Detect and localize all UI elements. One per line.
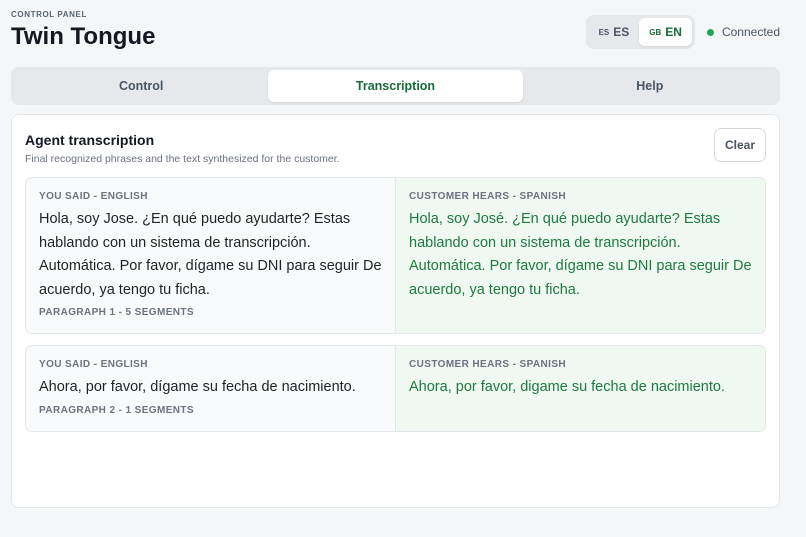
customer-hears-label: CUSTOMER HEARS - SPANISH [409, 359, 567, 370]
tab-control[interactable]: Control [14, 70, 268, 102]
paragraph-meta: PARAGRAPH 1 - 5 SEGMENTS [39, 307, 194, 318]
customer-hears-label: CUSTOMER HEARS - SPANISH [409, 191, 567, 202]
header-controls: ES ES GB EN Connected [585, 15, 780, 49]
status-dot-icon [706, 28, 714, 36]
you-said-label: YOU SAID - ENGLISH [39, 359, 148, 370]
language-en-button[interactable]: GB EN [639, 18, 692, 46]
clear-button[interactable]: Clear [714, 128, 766, 162]
you-said-column: YOU SAID - ENGLISH Hola, soy Jose. ¿En q… [26, 178, 396, 333]
header: CONTROL PANEL Twin Tongue ES ES GB EN Co… [11, 10, 780, 58]
you-said-label: YOU SAID - ENGLISH [39, 191, 148, 202]
status-label: Connected [721, 25, 780, 39]
language-es-label: ES [613, 25, 630, 39]
customer-hears-text: Hola, soy José. ¿En qué puedo ayudarte? … [409, 211, 752, 298]
customer-hears-text: Ahora, por favor, digame su fecha de nac… [409, 379, 725, 395]
paragraph-meta: PARAGRAPH 2 - 1 SEGMENTS [39, 404, 194, 416]
language-en-label: EN [665, 25, 682, 39]
language-es-button[interactable]: ES ES [589, 18, 640, 46]
tab-transcription[interactable]: Transcription [268, 70, 523, 102]
customer-hears-column: CUSTOMER HEARS - SPANISH Hola, soy José.… [396, 178, 765, 333]
flag-gb-icon: GB [649, 27, 662, 37]
connection-status: Connected [706, 25, 780, 39]
paragraph-card: YOU SAID - ENGLISH Hola, soy Jose. ¿En q… [25, 177, 766, 334]
tab-bar: Control Transcription Help [11, 67, 780, 105]
transcription-panel: Agent transcription Final recognized phr… [11, 114, 780, 508]
tab-help[interactable]: Help [523, 70, 777, 102]
you-said-column: YOU SAID - ENGLISH Ahora, por favor, díg… [26, 346, 396, 431]
language-toggle: ES ES GB EN [585, 15, 695, 49]
you-said-text: Hola, soy Jose. ¿En qué puedo ayudarte? … [39, 211, 382, 298]
customer-hears-column: CUSTOMER HEARS - SPANISH Ahora, por favo… [396, 346, 765, 431]
you-said-text: Ahora, por favor, dígame su fecha de nac… [39, 379, 356, 395]
paragraph-card: YOU SAID - ENGLISH Ahora, por favor, díg… [25, 345, 766, 432]
flag-es-icon: ES [598, 27, 610, 37]
panel-title: Agent transcription [25, 132, 155, 148]
panel-subtitle: Final recognized phrases and the text sy… [25, 153, 340, 165]
